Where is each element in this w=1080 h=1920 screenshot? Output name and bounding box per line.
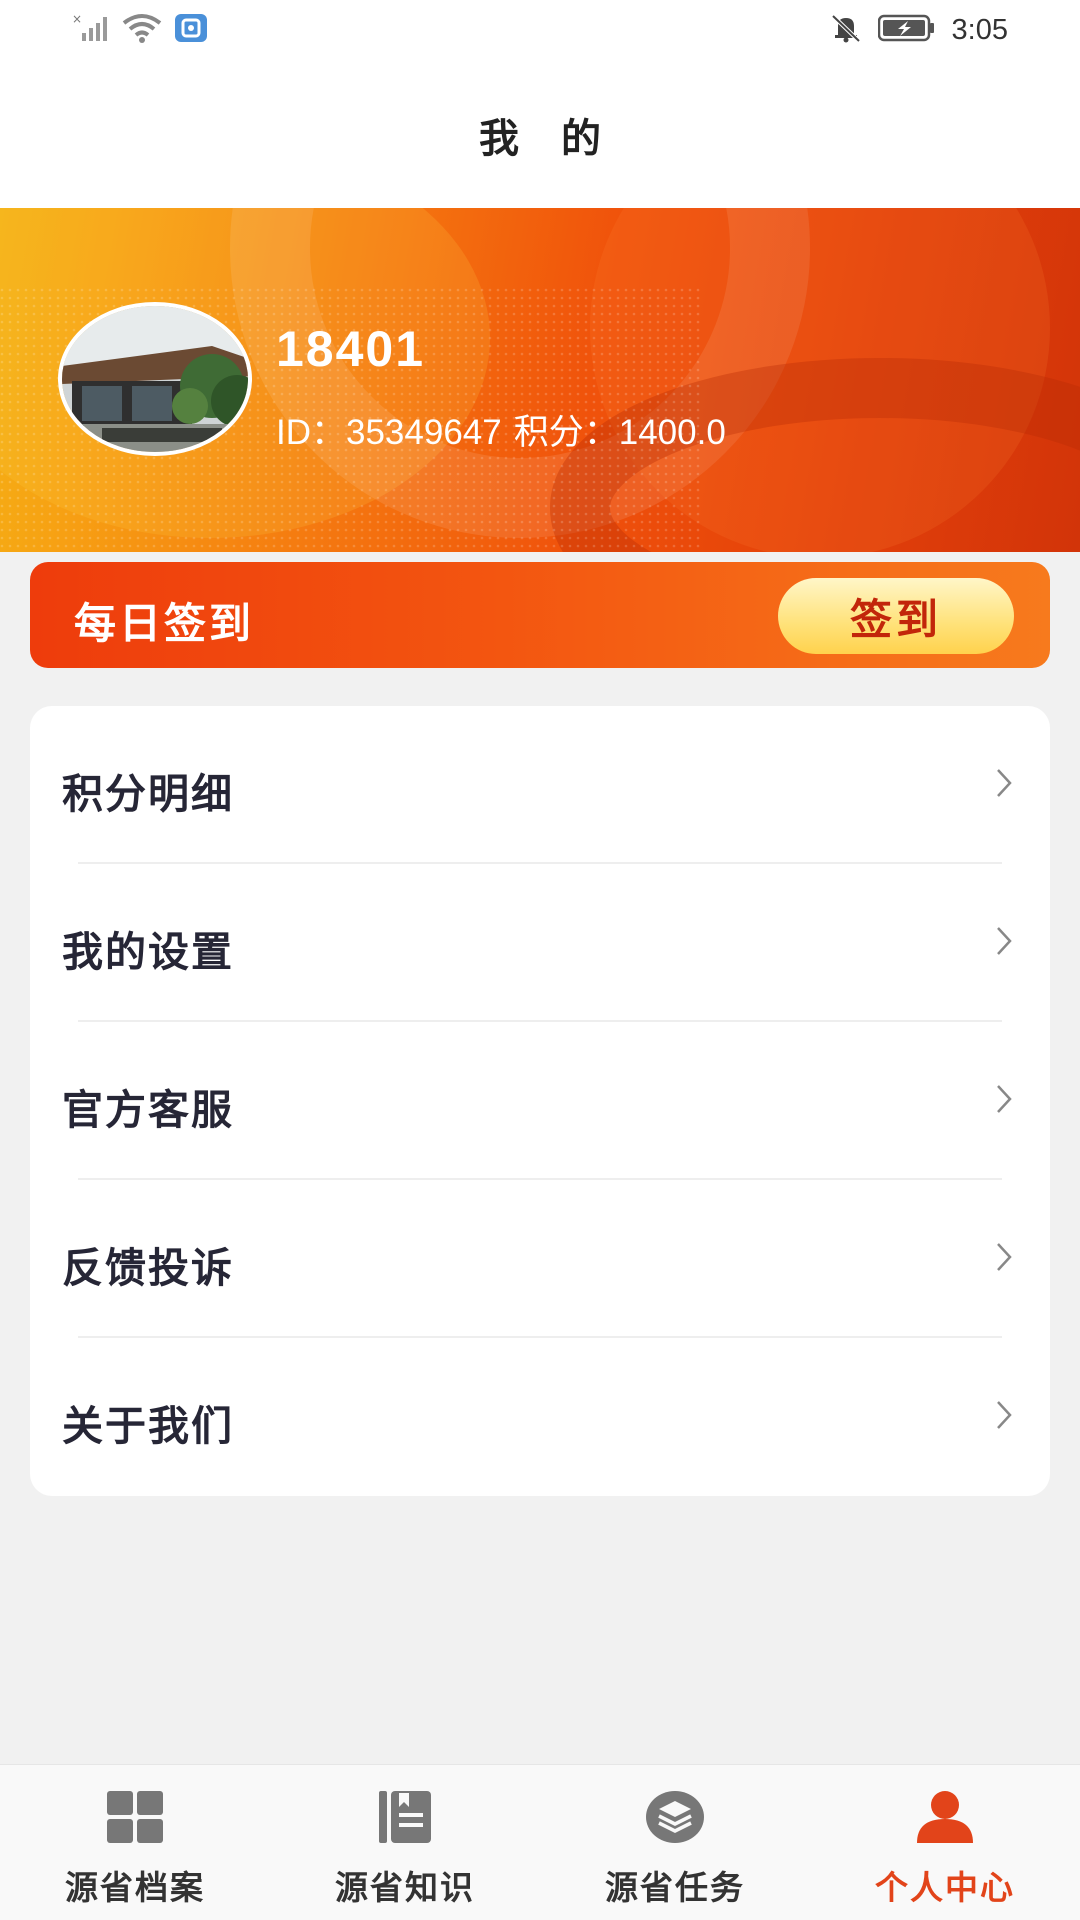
menu-item-points-details[interactable]: 积分明细: [30, 706, 1050, 864]
checkin-title: 每日签到: [74, 599, 255, 648]
daily-checkin-bar: 每日签到 签到: [30, 562, 1050, 668]
svg-text:×: ×: [72, 13, 82, 26]
status-time: 3:05: [951, 13, 1008, 46]
profile-username: 18401: [276, 321, 426, 377]
chevron-right-icon: [997, 1243, 1012, 1271]
tab-knowledge[interactable]: 源省知识: [270, 1765, 540, 1920]
bottom-tab-bar: 源省档案 源省知识 源省任务 个人中心: [0, 1764, 1080, 1920]
chevron-right-icon: [997, 1085, 1012, 1113]
menu-item-feedback[interactable]: 反馈投诉: [30, 1180, 1050, 1338]
wifi-icon: [122, 13, 162, 47]
nav-bar: 我 的: [0, 60, 1080, 208]
avatar-image: [62, 306, 248, 452]
status-right-icons: 3:05: [830, 12, 1008, 48]
tab-archives[interactable]: 源省档案: [0, 1765, 270, 1920]
menu-card: 积分明细 我的设置 官方客服 反馈投诉 关于我们: [30, 706, 1050, 1496]
chevron-right-icon: [997, 1401, 1012, 1429]
profile-points: 积分：1400.0: [513, 413, 726, 452]
checkin-button[interactable]: 签到: [778, 578, 1014, 654]
chevron-right-icon: [997, 769, 1012, 797]
tab-tasks[interactable]: 源省任务: [540, 1765, 810, 1920]
profile-meta: ID：35349647 积分：1400.0: [276, 404, 726, 455]
page-title: 我 的: [479, 116, 615, 162]
menu-item-label: 我的设置: [62, 928, 234, 976]
battery-charging-icon: [877, 14, 936, 46]
status-left-icons: ×: [72, 12, 208, 48]
tab-label: 源省知识: [335, 1868, 475, 1907]
app-notification-icon: [174, 13, 208, 47]
signal-off-icon: ×: [72, 12, 110, 47]
tab-personal-center[interactable]: 个人中心: [810, 1765, 1080, 1920]
profile-id: ID：35349647: [276, 413, 502, 452]
menu-item-customer-service[interactable]: 官方客服: [30, 1022, 1050, 1180]
menu-item-about-us[interactable]: 关于我们: [30, 1338, 1050, 1496]
user-icon: [917, 1791, 973, 1843]
tab-label: 源省档案: [65, 1868, 205, 1907]
notifications-muted-icon: [830, 13, 862, 47]
menu-item-my-settings[interactable]: 我的设置: [30, 864, 1050, 1022]
menu-item-label: 反馈投诉: [62, 1244, 234, 1292]
tab-label: 源省任务: [605, 1868, 745, 1907]
book-icon: [379, 1791, 431, 1843]
profile-banner: 18401 ID：35349647 积分：1400.0: [0, 208, 1080, 552]
status-bar: × 3:05: [0, 0, 1080, 60]
tab-label: 个人中心: [875, 1868, 1015, 1907]
grid-icon: [107, 1791, 163, 1843]
menu-item-label: 积分明细: [62, 770, 234, 818]
layers-icon: [646, 1791, 704, 1843]
menu-item-label: 关于我们: [62, 1402, 234, 1450]
chevron-right-icon: [997, 927, 1012, 955]
avatar[interactable]: [58, 302, 252, 456]
menu-item-label: 官方客服: [62, 1086, 234, 1134]
